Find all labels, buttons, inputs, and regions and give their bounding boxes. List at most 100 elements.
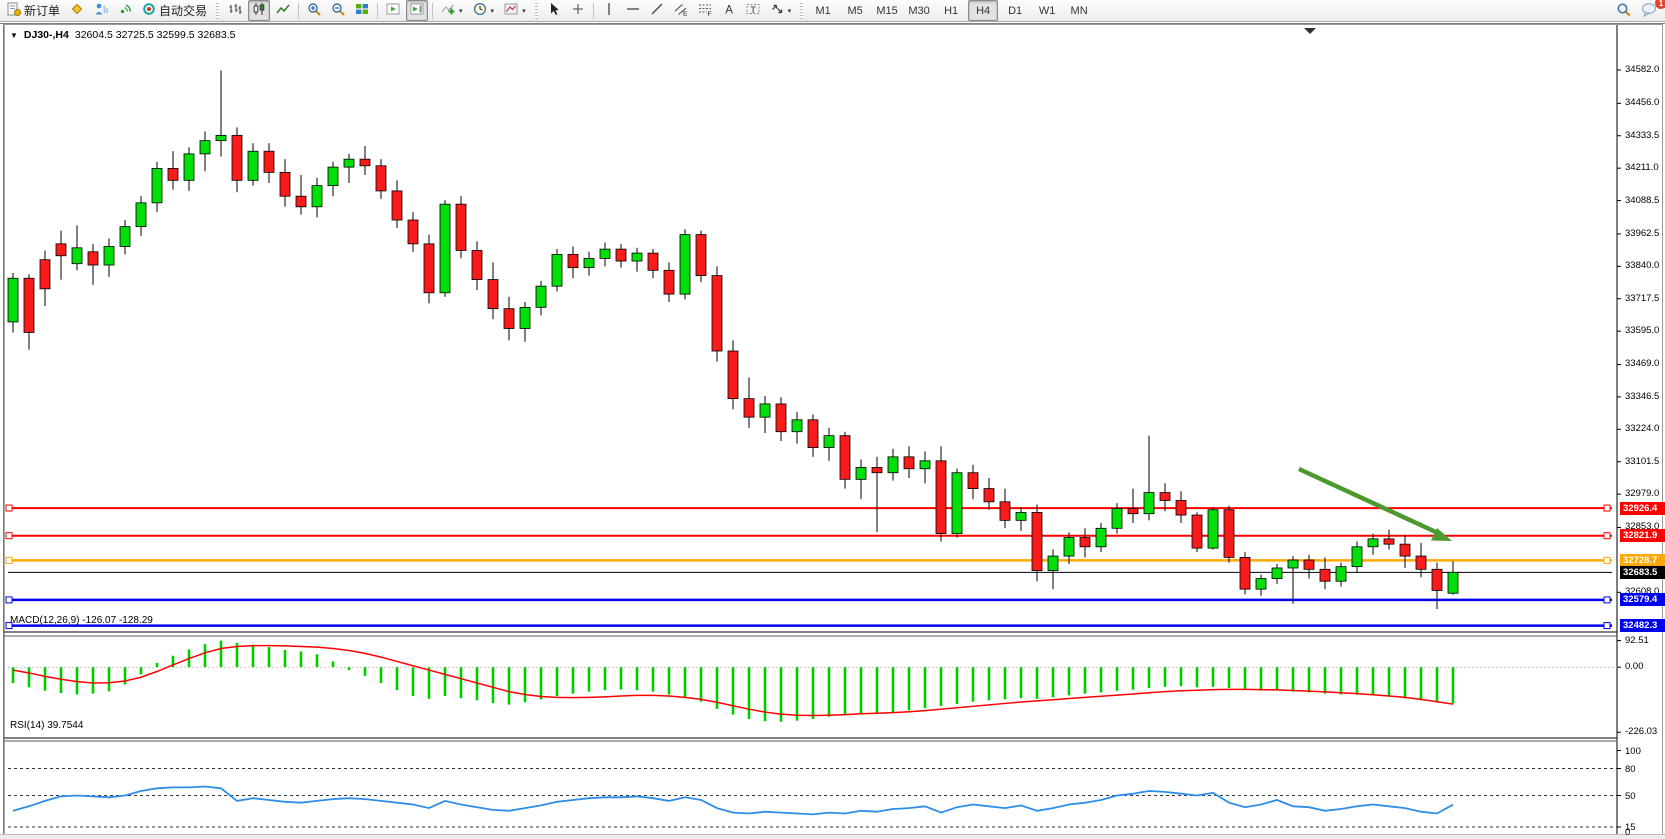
toolbar-separator: [216, 3, 219, 19]
price-tick-label: 33840.0: [1625, 260, 1659, 271]
profile-chart-icon: [94, 2, 108, 19]
fibonacci-icon: F: [698, 2, 712, 19]
toolbar-separator: [593, 3, 594, 19]
line-chart-button[interactable]: [272, 0, 294, 21]
new-order-label: 新订单: [24, 2, 60, 19]
fibonacci-button[interactable]: F: [694, 0, 716, 21]
chat-button[interactable]: 1: [1637, 0, 1662, 21]
rsi-scale-label: 80: [1625, 764, 1636, 775]
search-button[interactable]: [1612, 0, 1635, 21]
line-handle[interactable]: [6, 533, 12, 539]
autotrading-label: 自动交易: [159, 2, 207, 19]
cube-button[interactable]: [66, 0, 88, 21]
crosshair-button[interactable]: [567, 0, 589, 21]
symbol-dropdown-icon[interactable]: ▼: [10, 31, 18, 40]
line-handle[interactable]: [1604, 505, 1610, 511]
line-handle[interactable]: [6, 505, 12, 511]
timeframe-h4-button[interactable]: H4: [968, 0, 998, 21]
svg-text:T: T: [750, 5, 756, 16]
price-tag-32579.4: 32579.4: [1620, 593, 1665, 606]
chart-shift-button[interactable]: [406, 0, 428, 21]
text-button[interactable]: A: [718, 0, 740, 21]
template-icon: [504, 2, 518, 19]
chart-plot-area[interactable]: [0, 24, 1665, 839]
timeframe-m15-button[interactable]: M15: [872, 0, 902, 21]
line-handle[interactable]: [6, 557, 12, 563]
trend-arrow-annotation[interactable]: [1299, 469, 1438, 533]
cursor-button[interactable]: [543, 0, 565, 21]
price-tick-label: 32979.0: [1625, 488, 1659, 499]
channel-button[interactable]: E: [670, 0, 692, 21]
svg-text:F: F: [707, 11, 711, 16]
price-tick-label: 34088.5: [1625, 195, 1659, 206]
chart-title[interactable]: ▼ DJ30-,H4 32604.5 32725.5 32599.5 32683…: [10, 29, 235, 41]
auto-scroll-button[interactable]: [382, 0, 404, 21]
template-button[interactable]: ▾: [500, 0, 530, 21]
price-tick-label: 33469.0: [1625, 358, 1659, 369]
tile-windows-button[interactable]: [351, 0, 373, 21]
signals-button[interactable]: [114, 0, 136, 21]
autotrading-button[interactable]: 自动交易: [138, 0, 211, 21]
line-handle[interactable]: [1604, 623, 1610, 629]
search-icon: [1616, 2, 1631, 20]
new-order-button[interactable]: 新订单: [3, 0, 64, 21]
tile-windows-icon: [355, 2, 369, 19]
chevron-down-icon[interactable]: ▾: [459, 7, 463, 15]
profile-chart-button[interactable]: [90, 0, 112, 21]
zoom-out-button[interactable]: [327, 0, 349, 21]
line-handle[interactable]: [1604, 597, 1610, 603]
rsi-scale-label: 0: [1625, 827, 1630, 838]
cube-icon: [70, 2, 84, 19]
horizontal-line-button[interactable]: [622, 0, 644, 21]
timeframe-d1-button[interactable]: D1: [1000, 0, 1030, 21]
chevron-down-icon[interactable]: ▾: [788, 7, 792, 15]
add-indicator-button[interactable]: ▾: [437, 0, 467, 21]
window-bottom-strip: [0, 834, 1665, 839]
price-tick-label: 34333.5: [1625, 130, 1659, 141]
arrows-button[interactable]: ▾: [766, 0, 796, 21]
rsi-line: [13, 787, 1453, 815]
macd-scale-label: -226.03: [1625, 726, 1657, 737]
new-order-icon: [7, 2, 21, 19]
svg-text:E: E: [683, 11, 688, 17]
line-handle[interactable]: [1604, 533, 1610, 539]
period-clock-button[interactable]: ▾: [469, 0, 499, 21]
toolbar-right-group: 1: [1611, 0, 1663, 21]
chevron-down-icon[interactable]: ▾: [522, 7, 526, 15]
toolbar-separator: [800, 3, 803, 19]
chart-shift-icon: [410, 2, 424, 19]
price-tick-label: 33101.5: [1625, 456, 1659, 467]
line-handle[interactable]: [1604, 557, 1610, 563]
timeframe-m30-button[interactable]: M30: [904, 0, 934, 21]
line-handle[interactable]: [6, 597, 12, 603]
chart-shift-marker[interactable]: [1304, 28, 1316, 34]
chevron-down-icon[interactable]: ▾: [491, 7, 495, 15]
symbol-period-label: DJ30-,H4: [24, 29, 69, 41]
bar-chart-button[interactable]: [224, 0, 246, 21]
signals-icon: [118, 2, 132, 19]
price-tick-label: 34582.0: [1625, 64, 1659, 75]
macd-scale-label: 0.00: [1625, 661, 1644, 672]
vertical-line-button[interactable]: [598, 0, 620, 21]
timeframe-h1-button[interactable]: H1: [936, 0, 966, 21]
timeframe-mn-button[interactable]: MN: [1064, 0, 1094, 21]
candlestick-chart-button[interactable]: [248, 0, 270, 21]
macd-scale-label: 92.51: [1625, 635, 1649, 646]
timeframe-w1-button[interactable]: W1: [1032, 0, 1062, 21]
label-button[interactable]: T: [742, 0, 764, 21]
timeframe-m5-button[interactable]: M5: [840, 0, 870, 21]
macd-indicator-label: MACD(12,26,9) -126.07 -128.29: [10, 615, 153, 626]
add-indicator-icon: [441, 2, 455, 19]
cursor-icon: [547, 2, 561, 19]
trendline-button[interactable]: [646, 0, 668, 21]
toolbar-separator: [298, 3, 299, 19]
price-tick-label: 33346.5: [1625, 391, 1659, 402]
zoom-in-button[interactable]: [303, 0, 325, 21]
toolbar-separator: [535, 3, 538, 19]
vertical-line-icon: [602, 2, 616, 19]
price-tag-32482.3: 32482.3: [1620, 619, 1665, 632]
timeframe-m1-button[interactable]: M1: [808, 0, 838, 21]
ohlc-values: 32604.5 32725.5 32599.5 32683.5: [75, 29, 236, 41]
chart-window[interactable]: ▼ DJ30-,H4 32604.5 32725.5 32599.5 32683…: [0, 23, 1665, 834]
zoom-out-icon: [331, 2, 345, 19]
